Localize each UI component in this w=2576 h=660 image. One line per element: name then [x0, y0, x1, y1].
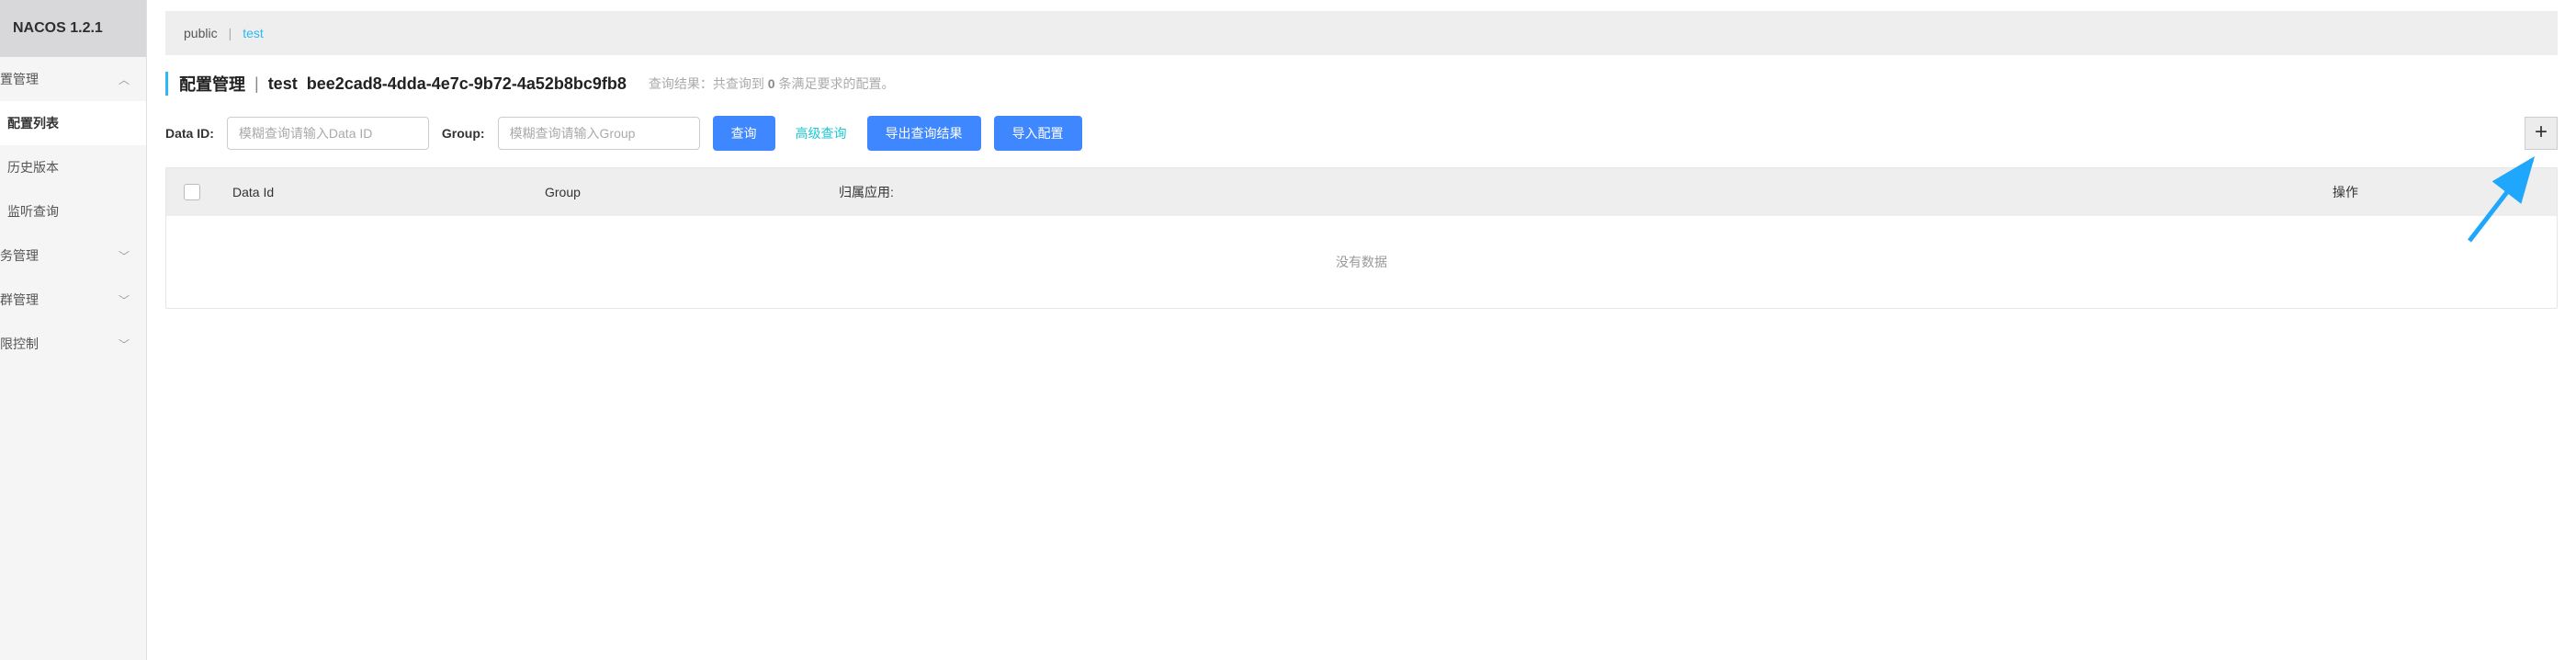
table-header-dataid: Data Id	[218, 170, 530, 214]
chevron-down-icon: ﹀	[119, 336, 130, 352]
group-label: Group:	[442, 126, 485, 141]
nav-group-config-label: 置管理	[0, 70, 39, 88]
namespace-test[interactable]: test	[243, 26, 264, 40]
group-input[interactable]	[498, 117, 700, 150]
chevron-down-icon: ﹀	[119, 248, 130, 264]
nav-group-service-label: 务管理	[0, 246, 39, 265]
namespace-separator: |	[229, 26, 232, 40]
query-button[interactable]: 查询	[713, 116, 775, 151]
namespace-id: bee2cad8-4dda-4e7c-9b72-4a52b8bc9fb8	[307, 74, 627, 94]
query-result-text: 查询结果：共查询到 0 条满足要求的配置。	[649, 74, 895, 93]
filter-bar: Data ID: Group: 查询 高级查询 导出查询结果 导入配置 +	[165, 116, 2558, 151]
export-button[interactable]: 导出查询结果	[867, 116, 981, 151]
nav-group-service[interactable]: 务管理 ﹀	[0, 233, 146, 278]
plus-icon: +	[2535, 119, 2548, 144]
table-header-app: 归属应用:	[824, 168, 2318, 216]
namespace-bar: public | test	[165, 11, 2558, 55]
config-table: Data Id Group 归属应用: 操作 没有数据	[165, 167, 2558, 309]
table-header-row: Data Id Group 归属应用: 操作	[166, 168, 2557, 216]
page-title: 配置管理	[179, 72, 245, 96]
result-suffix: 条满足要求的配置。	[775, 76, 895, 91]
table-header-group: Group	[530, 170, 824, 214]
page-title-row: 配置管理 | test bee2cad8-4dda-4e7c-9b72-4a52…	[165, 72, 2558, 96]
namespace-name: test	[268, 74, 298, 94]
dataid-label: Data ID:	[165, 126, 214, 141]
nav-group-permission[interactable]: 限控制 ﹀	[0, 322, 146, 366]
nav-group-cluster-label: 群管理	[0, 290, 39, 309]
title-separator: |	[254, 74, 259, 94]
sidebar: NACOS 1.2.1 置管理 ︿ 配置列表 历史版本 监听查询 务管理 ﹀ 群…	[0, 0, 147, 660]
chevron-down-icon: ﹀	[119, 292, 130, 308]
advanced-query-button[interactable]: 高级查询	[788, 116, 854, 151]
import-button[interactable]: 导入配置	[994, 116, 1082, 151]
nav-item-history[interactable]: 历史版本	[0, 145, 146, 189]
nav-group-config[interactable]: 置管理 ︿	[0, 57, 146, 101]
main-content: public | test 配置管理 | test bee2cad8-4dda-…	[147, 0, 2576, 660]
brand-logo: NACOS 1.2.1	[0, 0, 146, 57]
namespace-public[interactable]: public	[184, 26, 218, 40]
result-count: 0	[768, 76, 775, 91]
table-header-action: 操作	[2318, 168, 2557, 216]
table-empty-text: 没有数据	[166, 216, 2557, 308]
dataid-input[interactable]	[227, 117, 429, 150]
result-prefix: 查询结果：共查询到	[649, 76, 768, 91]
nav-group-cluster[interactable]: 群管理 ﹀	[0, 278, 146, 322]
nav-item-config-list[interactable]: 配置列表	[0, 101, 146, 145]
select-all-checkbox[interactable]	[184, 184, 200, 200]
add-config-button[interactable]: +	[2525, 117, 2558, 150]
chevron-up-icon: ︿	[119, 72, 130, 87]
table-header-checkbox	[166, 169, 218, 215]
nav-item-listener[interactable]: 监听查询	[0, 189, 146, 233]
nav-group-permission-label: 限控制	[0, 335, 39, 353]
